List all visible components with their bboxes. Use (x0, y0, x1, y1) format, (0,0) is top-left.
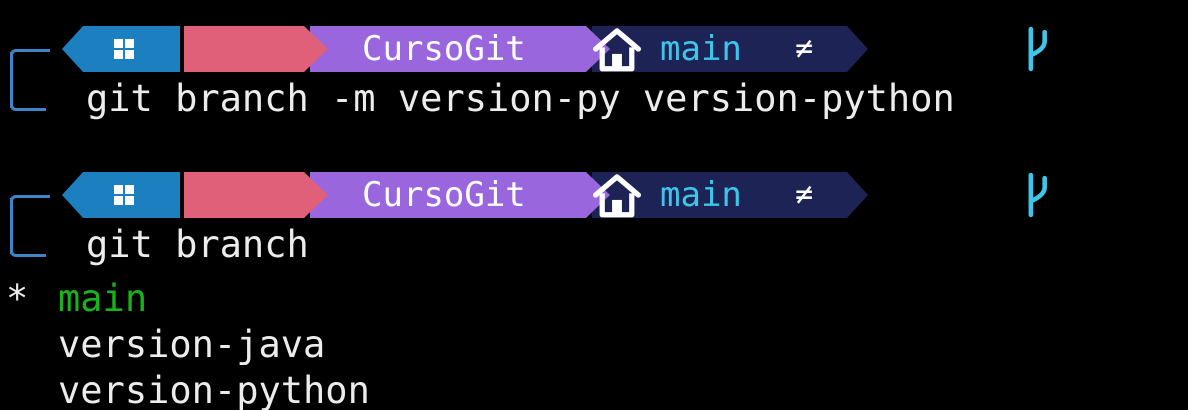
git-status-indicator: ≠ (795, 177, 814, 212)
prompt-block-2: CursoGit main ≠ git branch (0, 146, 1188, 276)
prompt-block-1: CursoGit main ≠ git branch -m version-py… (0, 0, 1188, 130)
git-branch-icon (634, 172, 1047, 218)
folder-label: CursoGit (362, 29, 526, 69)
home-icon (214, 26, 641, 72)
branch-label: main (660, 29, 742, 69)
branch-list-item: version-java (0, 322, 325, 368)
git-branch-icon (634, 26, 1047, 72)
branch-label: main (660, 175, 742, 215)
current-branch-name: main (58, 277, 148, 320)
prompt-bracket (10, 195, 60, 257)
branch-list-item: version-python (0, 368, 370, 410)
windows-icon (110, 172, 138, 218)
current-branch-marker: * (6, 277, 29, 320)
branch-list-item: * main (0, 276, 147, 322)
git-status-indicator: ≠ (795, 31, 814, 66)
branch-name: version-python (58, 369, 370, 410)
terminal-window: CursoGit main ≠ git branch -m version-py… (0, 0, 1188, 410)
command-line: git branch -m version-py version-python (86, 77, 955, 120)
powerline-prompt: CursoGit main ≠ (62, 172, 1047, 218)
folder-label: CursoGit (362, 175, 526, 215)
branch-name: version-java (58, 323, 326, 366)
command-line: git branch (86, 223, 309, 266)
home-icon (214, 172, 641, 218)
prompt-bracket (10, 49, 60, 111)
powerline-prompt: CursoGit main ≠ (62, 26, 1047, 72)
windows-icon (110, 26, 138, 72)
